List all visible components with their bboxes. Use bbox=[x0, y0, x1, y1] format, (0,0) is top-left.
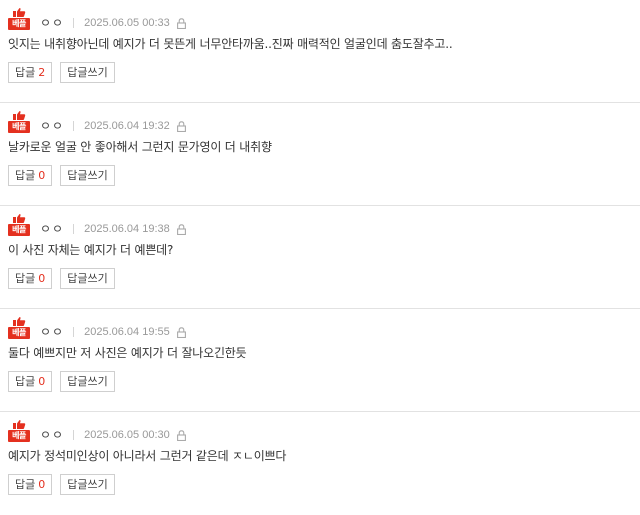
best-badge-label: 베플 bbox=[8, 18, 30, 30]
reply-button[interactable]: 답글 0 bbox=[8, 371, 53, 392]
reply-count: 0 bbox=[38, 375, 46, 388]
write-reply-button[interactable]: 답글쓰기 bbox=[60, 165, 115, 186]
comment-date: 2025.06.04 19:32 bbox=[84, 120, 170, 132]
comment-meta: 베플 ㅇㅇ 2025.06.04 19:55 bbox=[8, 317, 186, 339]
comment-list: 베플 ㅇㅇ 2025.06.05 00:33 잇지는 내취향아닌데 예지가 더 … bbox=[0, 0, 640, 515]
comment-text: 예지가 정석미인상이 아니라서 그런거 같은데 ㅈㄴ이쁘다 bbox=[8, 449, 287, 463]
comment-nickname: ㅇㅇ bbox=[40, 119, 65, 133]
comment-text: 날카로운 얼굴 안 좋아해서 그런지 문가영이 더 내취향 bbox=[8, 140, 272, 154]
reply-label: 답글 bbox=[15, 169, 36, 182]
reply-button[interactable]: 답글 0 bbox=[8, 474, 53, 495]
reply-count: 0 bbox=[38, 478, 46, 491]
meta-divider bbox=[73, 121, 75, 131]
meta-divider bbox=[73, 327, 75, 337]
best-comment-badge: 베플 bbox=[8, 420, 30, 442]
comment-item: 베플 ㅇㅇ 2025.06.04 19:55 둘다 예쁘지만 저 사진은 예지가… bbox=[0, 309, 640, 412]
reply-label: 답글 bbox=[15, 478, 36, 491]
comment-meta: 베플 ㅇㅇ 2025.06.04 19:32 bbox=[8, 111, 186, 133]
reply-label: 답글 bbox=[15, 375, 36, 388]
comment-meta: 베플 ㅇㅇ 2025.06.05 00:33 bbox=[8, 8, 186, 30]
write-reply-button[interactable]: 답글쓰기 bbox=[60, 268, 115, 289]
best-comment-badge: 베플 bbox=[8, 214, 30, 236]
comment-item: 베플 ㅇㅇ 2025.06.05 00:30 예지가 정석미인상이 아니라서 그… bbox=[0, 412, 640, 515]
comment-text: 잇지는 내취향아닌데 예지가 더 못뜬게 너무안타까움..진짜 매력적인 얼굴인… bbox=[8, 37, 453, 51]
best-badge-label: 베플 bbox=[8, 224, 30, 236]
thumbs-up-icon bbox=[13, 111, 26, 120]
comment-date: 2025.06.04 19:38 bbox=[84, 223, 170, 235]
best-comment-badge: 베플 bbox=[8, 8, 30, 30]
comment-item: 베플 ㅇㅇ 2025.06.05 00:33 잇지는 내취향아닌데 예지가 더 … bbox=[0, 0, 640, 103]
thumbs-up-icon bbox=[13, 317, 26, 326]
reply-label: 답글 bbox=[15, 272, 36, 285]
best-comment-badge: 베플 bbox=[8, 317, 30, 339]
comment-actions: 답글 2 답글쓰기 bbox=[8, 62, 115, 83]
thumbs-up-icon bbox=[13, 8, 26, 17]
comment-item: 베플 ㅇㅇ 2025.06.04 19:38 이 사진 자체는 예지가 더 예쁜… bbox=[0, 206, 640, 309]
comment-item: 베플 ㅇㅇ 2025.06.04 19:32 날카로운 얼굴 안 좋아해서 그런… bbox=[0, 103, 640, 206]
lock-icon bbox=[176, 18, 186, 29]
meta-divider bbox=[73, 224, 75, 234]
comment-text: 둘다 예쁘지만 저 사진은 예지가 더 잘나오긴한듯 bbox=[8, 346, 247, 360]
reply-button[interactable]: 답글 0 bbox=[8, 165, 53, 186]
comment-meta: 베플 ㅇㅇ 2025.06.05 00:30 bbox=[8, 420, 186, 442]
comment-actions: 답글 0 답글쓰기 bbox=[8, 474, 115, 495]
reply-label: 답글 bbox=[15, 66, 36, 79]
lock-icon bbox=[176, 224, 186, 235]
comment-nickname: ㅇㅇ bbox=[40, 222, 65, 236]
meta-divider bbox=[73, 430, 75, 440]
comment-actions: 답글 0 답글쓰기 bbox=[8, 165, 115, 186]
reply-count: 0 bbox=[38, 169, 46, 182]
lock-icon bbox=[176, 121, 186, 132]
comment-date: 2025.06.05 00:33 bbox=[84, 17, 170, 29]
comment-date: 2025.06.05 00:30 bbox=[84, 429, 170, 441]
reply-count: 0 bbox=[38, 272, 46, 285]
write-reply-button[interactable]: 답글쓰기 bbox=[60, 62, 115, 83]
lock-icon bbox=[176, 327, 186, 338]
comment-nickname: ㅇㅇ bbox=[40, 16, 65, 30]
comment-text: 이 사진 자체는 예지가 더 예쁜데? bbox=[8, 243, 174, 257]
comment-actions: 답글 0 답글쓰기 bbox=[8, 268, 115, 289]
comment-meta: 베플 ㅇㅇ 2025.06.04 19:38 bbox=[8, 214, 186, 236]
thumbs-up-icon bbox=[13, 420, 26, 429]
best-badge-label: 베플 bbox=[8, 327, 30, 339]
lock-icon bbox=[176, 430, 186, 441]
write-reply-button[interactable]: 답글쓰기 bbox=[60, 371, 115, 392]
best-comment-badge: 베플 bbox=[8, 111, 30, 133]
comment-nickname: ㅇㅇ bbox=[40, 428, 65, 442]
comment-actions: 답글 0 답글쓰기 bbox=[8, 371, 115, 392]
best-badge-label: 베플 bbox=[8, 430, 30, 442]
write-reply-button[interactable]: 답글쓰기 bbox=[60, 474, 115, 495]
reply-button[interactable]: 답글 2 bbox=[8, 62, 53, 83]
reply-count: 2 bbox=[38, 66, 46, 79]
best-badge-label: 베플 bbox=[8, 121, 30, 133]
meta-divider bbox=[73, 18, 75, 28]
comment-date: 2025.06.04 19:55 bbox=[84, 326, 170, 338]
thumbs-up-icon bbox=[13, 214, 26, 223]
comment-nickname: ㅇㅇ bbox=[40, 325, 65, 339]
reply-button[interactable]: 답글 0 bbox=[8, 268, 53, 289]
